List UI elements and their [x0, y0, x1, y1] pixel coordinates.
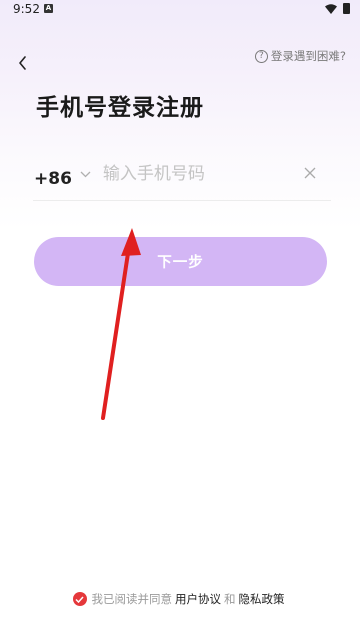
back-icon [19, 56, 26, 70]
page-title: 手机号登录注册 [36, 95, 204, 121]
phone-number-input[interactable] [100, 163, 300, 185]
phone-input-row: +86 [33, 152, 331, 201]
clear-icon[interactable] [303, 166, 317, 180]
checkmark-icon [75, 595, 84, 603]
privacy-policy-link[interactable]: 隐私政策 [239, 591, 285, 607]
login-help-link[interactable]: ? 登录遇到困难? [254, 48, 346, 64]
battery-icon [343, 3, 350, 14]
status-time: 9:52 [13, 2, 40, 16]
chevron-down-icon[interactable] [80, 171, 91, 178]
agreement-and: 和 [224, 592, 236, 606]
help-icon: ? [254, 49, 268, 63]
agreement-row: 我已阅读并同意 用户协议 和 隐私政策 [0, 591, 360, 607]
wifi-icon [325, 4, 337, 14]
next-button[interactable]: 下一步 [34, 237, 327, 286]
status-bar: 9:52 A [0, 0, 360, 20]
back-button[interactable] [12, 52, 34, 74]
agreement-prefix: 我已阅读并同意 [91, 592, 173, 606]
user-agreement-link[interactable]: 用户协议 [175, 591, 221, 607]
country-code[interactable]: +86 [34, 169, 72, 189]
notification-icon: A [44, 4, 53, 13]
agree-checkbox[interactable] [72, 592, 87, 606]
help-text: 登录遇到困难? [270, 49, 346, 63]
